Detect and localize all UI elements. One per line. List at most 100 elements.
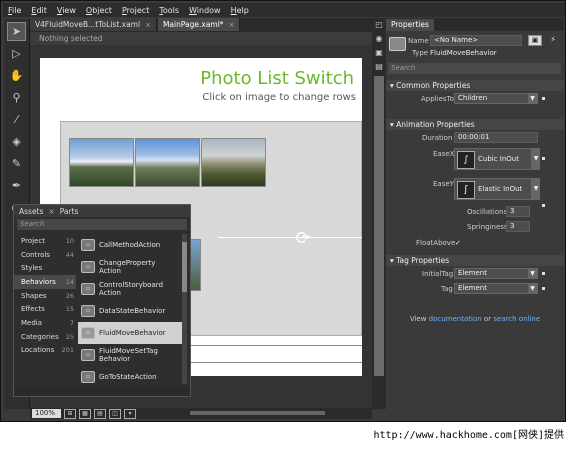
pencil-icon[interactable]: ✎ [7,154,26,173]
floatabove-checkbox[interactable]: ✓ [455,239,461,247]
zoom-icon[interactable]: ⚲ [7,88,26,107]
properties-panel: Properties Name <No Name> Type FluidMove… [386,18,564,409]
behavior-object-icon [389,37,406,51]
name-field[interactable]: <No Name> [430,35,522,46]
tab-fluid-move[interactable]: V4FluidMoveB...tToList.xaml × [30,18,157,31]
comment-icon[interactable]: ▾ [124,408,136,419]
section-tag-properties[interactable]: ▾ Tag Properties [386,255,564,266]
documentation-link[interactable]: documentation [429,315,482,323]
tab-mainpage[interactable]: MainPage.xaml* × [157,18,241,31]
assets-search-input[interactable]: Search [17,219,187,230]
selection-arrow-icon[interactable]: ➤ [7,22,26,41]
assets-scrollbar[interactable] [182,234,187,384]
menu-view[interactable]: View [52,6,81,15]
annotation-icon[interactable]: ◫ [109,408,121,419]
section-common-properties[interactable]: ▾ Common Properties [386,80,564,91]
category-item[interactable]: Effects 15 [14,302,76,316]
section-animation-properties[interactable]: ▾ Animation Properties [386,119,564,130]
properties-header: Properties [386,18,564,31]
help-links: View documentation or search online [409,315,541,323]
floatabove-label: FloatAbove [416,239,456,247]
tab-assets[interactable]: Assets [14,207,48,216]
chevron-down-icon[interactable]: ▼ [532,148,540,170]
category-item[interactable]: Locations 201 [14,344,76,358]
category-item[interactable]: Media 7 [14,316,76,330]
direct-select-icon[interactable]: ▷ [7,44,26,63]
snap-icon[interactable]: ▦ [79,408,91,419]
events-icon[interactable]: ⚡ [546,35,560,46]
category-item-selected[interactable]: Behaviors 14 [14,275,76,289]
advanced-option-marker[interactable] [542,204,545,207]
zoom-field[interactable]: 100% [32,409,61,418]
menu-edit[interactable]: Edit [26,6,52,15]
duration-field[interactable]: 00:00:01 [454,132,538,143]
category-item[interactable]: Shapes 26 [14,289,76,303]
close-icon[interactable]: × [145,21,151,29]
layers-icon[interactable]: ▤ [373,62,385,74]
category-item[interactable]: Styles [14,261,76,275]
grid-icon[interactable]: ⊞ [64,408,76,419]
oscillations-field[interactable]: 3 [506,206,530,217]
easex-picker[interactable]: ∫ Cubic InOut [454,148,532,170]
paint-bucket-icon[interactable]: ◈ [7,132,26,151]
assets-footer [14,386,190,396]
tab-parts[interactable]: Parts [55,207,84,216]
ease-curve-icon: ʃ [457,181,475,199]
category-list: Project 10 Controls 44 Styles Behaviors 14 … [14,234,76,357]
list-item-selected[interactable]: ▭ FluidMoveBehavior [78,322,182,344]
pen-icon[interactable]: ✒ [7,176,26,195]
scrollbar-thumb[interactable] [182,242,187,292]
properties-view-icon[interactable]: ▣ [528,35,542,46]
tag-select[interactable]: Element ▼ [454,283,538,294]
properties-search-input[interactable]: Search [388,63,561,74]
name-label: Name [408,37,429,45]
menu-tools[interactable]: Tools [154,6,184,15]
menu-object[interactable]: Object [81,6,117,15]
springiness-field[interactable]: 3 [506,221,530,232]
advanced-option-marker[interactable] [542,97,545,100]
advanced-option-marker[interactable] [542,287,545,290]
duration-label: Duration [422,134,453,142]
easey-picker[interactable]: ʃ Elastic InOut [454,178,532,200]
list-item[interactable]: ▭ CallMethodAction [78,234,182,256]
list-item[interactable]: ▭ DataStateBehavior [78,300,182,322]
category-item[interactable]: Categories 25 [14,330,76,344]
advanced-option-marker[interactable] [542,272,545,275]
menu-window[interactable]: Window [184,6,226,15]
photo-thumbnail[interactable] [201,138,266,187]
horizontal-scrollbar[interactable] [190,411,325,415]
menu-project[interactable]: Project [117,6,154,15]
category-item[interactable]: Controls 44 [14,248,76,262]
appliesto-select[interactable]: Children ▼ [454,93,538,104]
eyedropper-icon[interactable]: ⁄ [7,110,26,129]
menu-help[interactable]: Help [226,6,254,15]
easex-label: EaseX [433,150,455,158]
menu-file[interactable]: File [3,6,26,15]
close-icon[interactable]: × [229,21,235,29]
list-item[interactable]: ▭ FluidMoveSetTag Behavior [78,344,182,366]
eye-icon[interactable]: ◉ [373,34,385,46]
type-value: FluidMoveBehavior [430,49,497,57]
photo-thumbnail[interactable] [69,138,134,187]
menu-bar: File Edit View Object Project Tools Wind… [3,3,565,17]
lock-icon[interactable]: ▣ [373,48,385,60]
list-item[interactable]: ▭ ChangeProperty Action [78,256,182,278]
photo-thumbnail[interactable] [135,138,200,187]
pan-hand-icon[interactable]: ✋ [7,66,26,85]
assets-panel: Assets × Parts Search Project 10 Controls 4… [13,204,191,397]
chevron-down-icon[interactable]: ▼ [532,178,540,200]
object-info: Name <No Name> Type FluidMoveBehavior ▣ … [386,34,564,60]
advanced-option-marker[interactable] [542,157,545,160]
pin-icon[interactable]: ◰ [373,20,385,32]
list-item[interactable]: ▭ GoToStateAction [78,366,182,388]
list-item[interactable]: ▭ ControlStoryboard Action [78,278,182,300]
search-online-link[interactable]: search online [493,315,540,323]
initialtag-select[interactable]: Element ▼ [454,268,538,279]
artboard-subtitle: Click on image to change rows [202,92,356,103]
chevron-down-icon: ▼ [528,94,537,103]
properties-tab[interactable]: Properties [386,18,434,31]
gridlines-icon[interactable]: ▤ [94,408,106,419]
category-item[interactable]: Project 10 [14,234,76,248]
vertical-scrollbar[interactable] [374,76,384,376]
breadcrumb: Nothing selected [30,32,372,45]
